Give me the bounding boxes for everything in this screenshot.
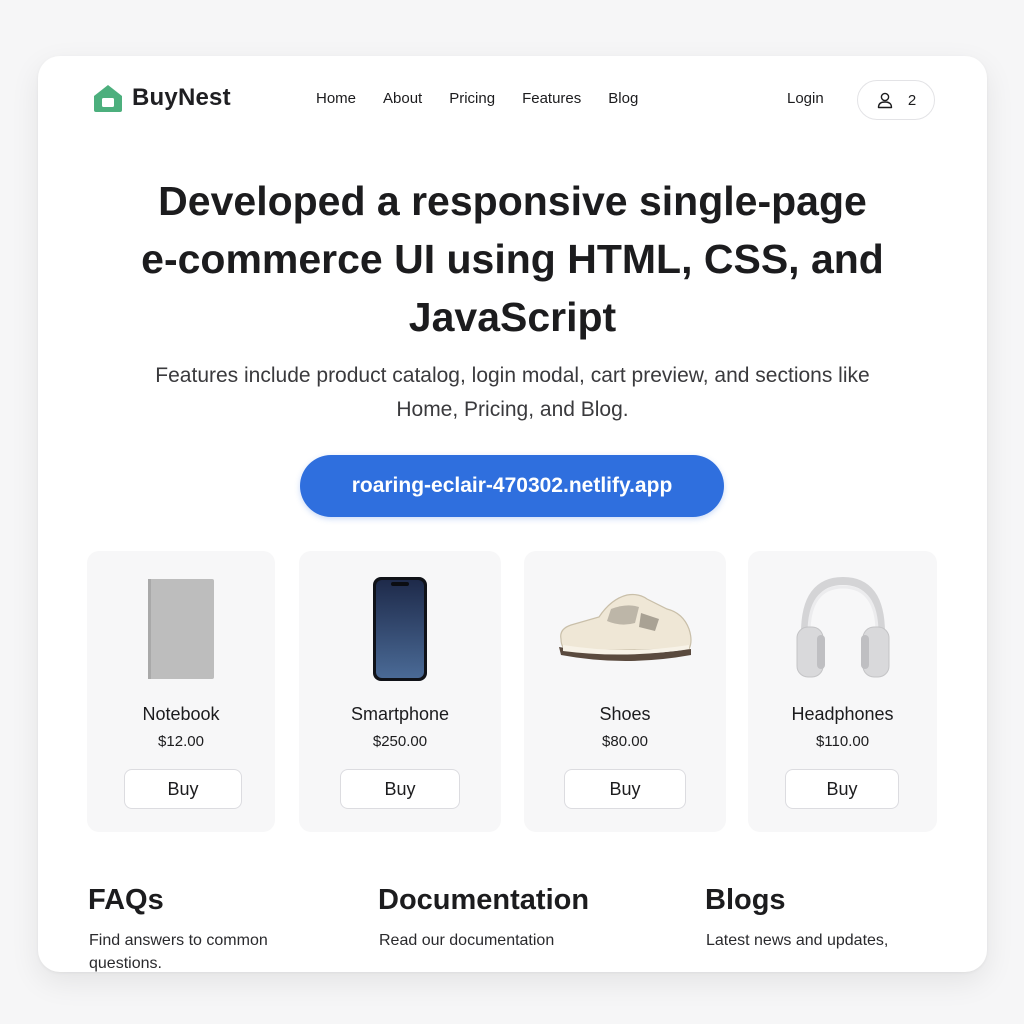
product-price: $80.00: [602, 733, 648, 750]
hero-title: Developed a responsive single-page e-com…: [141, 178, 884, 340]
nav-pricing[interactable]: Pricing: [449, 90, 495, 107]
hero-subtitle: Features include product catalog, login …: [155, 364, 870, 421]
product-name: Smartphone: [350, 704, 450, 724]
nav-features[interactable]: Features: [522, 90, 581, 107]
site-url-button[interactable]: roaring-eclair-470302.netlify.app: [300, 455, 724, 517]
nav-blog[interactable]: Blog: [608, 90, 638, 107]
faqs-text: Find answers to common questions.: [89, 932, 268, 972]
buy-button-shoes[interactable]: Buy: [564, 769, 686, 809]
product-price: $110.00: [815, 733, 870, 750]
blogs-text: Latest news and updates,: [706, 932, 889, 949]
product-card-notebook: Notebook $12.00 Buy: [87, 551, 275, 832]
home-icon: [94, 85, 122, 112]
product-price: $250.00: [372, 733, 428, 750]
blogs-heading[interactable]: Blogs: [705, 884, 786, 917]
product-name: Shoes: [599, 704, 651, 724]
login-button[interactable]: Login: [787, 90, 824, 107]
documentation-heading[interactable]: Documentation: [378, 884, 589, 917]
nav-home[interactable]: Home: [316, 90, 356, 107]
cart-count: 2: [907, 91, 917, 109]
shoes-icon: [559, 593, 692, 661]
smartphone-icon: [373, 577, 427, 681]
faqs-heading[interactable]: FAQs: [88, 884, 164, 917]
product-price: $12.00: [158, 733, 204, 750]
notebook-icon: [148, 579, 214, 679]
app-window: BuyNest Home About Pricing Features Blog…: [38, 56, 987, 972]
main-nav: Home About Pricing Features Blog: [316, 90, 665, 107]
product-card-headphones: Headphones $110.00 Buy: [748, 551, 937, 832]
headphones-icon: [796, 576, 889, 678]
documentation-text: Read our documentation: [379, 932, 555, 949]
product-name: Notebook: [142, 704, 220, 724]
buy-button-notebook[interactable]: Buy: [124, 769, 242, 809]
product-card-smartphone: Smartphone $250.00 Buy: [299, 551, 501, 832]
brand-name: BuyNest: [132, 84, 231, 111]
brand-logo-link[interactable]: BuyNest: [92, 82, 231, 114]
product-name: Headphones: [791, 704, 894, 724]
buy-button-headphones[interactable]: Buy: [785, 769, 899, 809]
top-navbar: BuyNest Home About Pricing Features Blog…: [38, 56, 987, 146]
user-icon: [877, 92, 893, 109]
cart-preview-button[interactable]: 2: [857, 80, 935, 120]
nav-about[interactable]: About: [383, 90, 422, 107]
buy-button-smartphone[interactable]: Buy: [340, 769, 460, 809]
product-card-shoes: Shoes $80.00 Buy: [524, 551, 726, 832]
